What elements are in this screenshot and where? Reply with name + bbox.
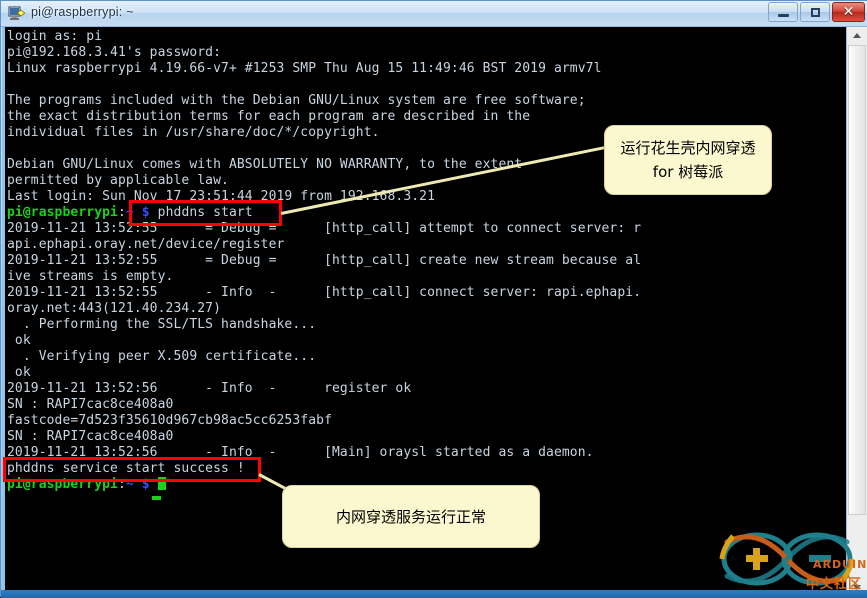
terminal-text-span: 2019-11-21 13:52:56 - Info - [Main] oray… <box>7 445 594 460</box>
terminal-text-span: ~ <box>125 477 134 492</box>
terminal-text-span: SN : RAPI7cac8ce408a0 <box>7 429 174 444</box>
terminal-text-span: 2019-11-21 13:52:55 - Info - [http_call]… <box>7 285 642 300</box>
terminal-text-span <box>150 477 158 492</box>
terminal-line: pi@192.168.3.41's password: <box>7 45 846 61</box>
terminal-line: . Verifying peer X.509 certificate... <box>7 349 846 365</box>
scroll-up-arrow-icon[interactable] <box>847 27 867 44</box>
terminal-scrollbar[interactable] <box>846 27 867 596</box>
terminal-text-span: ~ <box>125 205 134 220</box>
terminal-text-span: . Performing the SSL/TLS handshake... <box>7 317 317 332</box>
terminal-text-span: ok <box>7 365 31 380</box>
terminal-line: oray.net:443(121.40.234.27) <box>7 301 846 317</box>
terminal-text-span: the exact distribution terms for each pr… <box>7 109 531 124</box>
maximize-button[interactable] <box>800 2 830 22</box>
maximize-icon <box>801 3 829 21</box>
terminal-text-span: $ <box>141 477 150 492</box>
terminal-text-span: : <box>117 205 126 220</box>
window-title: pi@raspberrypi: ~ <box>31 5 134 19</box>
terminal-line: 2019-11-21 13:52:55 = Debug = [http_call… <box>7 253 846 269</box>
terminal-text-span <box>134 205 142 220</box>
callout-run-phddns: 运行花生壳内网穿透 for 树莓派 <box>604 125 772 195</box>
terminal-line: . Performing the SSL/TLS handshake... <box>7 317 846 333</box>
terminal-line: login as: pi <box>7 29 846 45</box>
callout-service-ok: 内网穿透服务运行正常 <box>282 485 540 548</box>
terminal-text-span: The programs included with the Debian GN… <box>7 93 586 108</box>
close-icon: ✕ <box>842 4 855 20</box>
terminal-line: SN : RAPI7cac8ce408a0 <box>7 397 846 413</box>
terminal-line: 2019-11-21 13:52:55 = Debug = [http_call… <box>7 221 846 237</box>
putty-icon <box>8 6 25 20</box>
terminal-cursor <box>157 477 166 490</box>
terminal-line: ive streams is empty. <box>7 269 846 285</box>
cursor-underline <box>152 496 161 500</box>
terminal-text-span: 2019-11-21 13:52:55 = Debug = [http_call… <box>7 253 642 268</box>
terminal-text-span: api.ephapi.oray.net/device/register <box>7 237 285 252</box>
scrollbar-thumb[interactable] <box>848 45 866 515</box>
terminal-line: fastcode=7d523f35610d967cb98ac5cc6253fab… <box>7 413 846 429</box>
terminal-text-span: pi@raspberrypi <box>7 477 118 492</box>
terminal-text-span: phddns start <box>149 205 253 220</box>
terminal-text-span: oray.net:443(121.40.234.27) <box>7 301 222 316</box>
terminal-text-span: pi@192.168.3.41's password: <box>7 45 222 60</box>
terminal-text: login as: pi pi@192.168.3.41's password: L… <box>7 29 846 493</box>
minimize-button[interactable] <box>768 2 798 22</box>
terminal-line: api.ephapi.oray.net/device/register <box>7 237 846 253</box>
terminal-text-span: . Verifying peer X.509 certificate... <box>7 349 317 364</box>
terminal-text-span: Last login: Sun Nov 17 23:51:44 2019 fro… <box>7 189 436 204</box>
terminal-text-span: fastcode=7d523f35610d967cb98ac5cc6253fab… <box>7 413 332 428</box>
terminal-text-span: 2019-11-21 13:52:56 - Info - register ok <box>7 381 412 396</box>
terminal-text-span: permitted by applicable law. <box>7 173 229 188</box>
terminal-text-span <box>134 477 142 492</box>
window-titlebar[interactable]: pi@raspberrypi: ~ ✕ <box>1 1 867 27</box>
terminal-text-span: ok <box>7 333 31 348</box>
terminal-text-span: login as: pi <box>7 29 103 44</box>
terminal-text-span: $ <box>141 205 150 220</box>
terminal-text-span: : <box>117 477 126 492</box>
terminal-line: Linux raspberrypi 4.19.66-v7+ #1253 SMP … <box>7 61 846 77</box>
terminal-line: the exact distribution terms for each pr… <box>7 109 846 125</box>
terminal-line: 2019-11-21 13:52:56 - Info - [Main] oray… <box>7 445 846 461</box>
terminal-line: 2019-11-21 13:52:55 - Info - [http_call]… <box>7 285 846 301</box>
minimize-icon <box>769 3 797 21</box>
putty-window: pi@raspberrypi: ~ ✕ login as: pi pi@192.1… <box>0 0 867 598</box>
terminal-line: phddns service start success ! <box>7 461 846 477</box>
terminal-text-span: Debian GNU/Linux comes with ABSOLUTELY N… <box>7 157 523 172</box>
terminal-line: 2019-11-21 13:52:56 - Info - register ok <box>7 381 846 397</box>
terminal-text-span: pi@raspberrypi <box>7 205 118 220</box>
terminal-text-span: Linux raspberrypi 4.19.66-v7+ #1253 SMP … <box>7 61 602 76</box>
terminal-line: ok <box>7 333 846 349</box>
terminal-line: ok <box>7 365 846 381</box>
terminal-line: pi@raspberrypi:~ $ phddns start <box>7 205 846 221</box>
terminal-line: SN : RAPI7cac8ce408a0 <box>7 429 846 445</box>
close-button[interactable]: ✕ <box>832 2 865 22</box>
terminal-text-span: 2019-11-21 13:52:55 = Debug = [http_call… <box>7 221 642 236</box>
terminal-text-span: individual files in /usr/share/doc/*/cop… <box>7 125 380 140</box>
terminal-text-span: ive streams is empty. <box>7 269 174 284</box>
terminal-line: The programs included with the Debian GN… <box>7 93 846 109</box>
terminal-text-span: phddns service start success ! <box>7 461 245 476</box>
terminal-text-span: SN : RAPI7cac8ce408a0 <box>7 397 174 412</box>
